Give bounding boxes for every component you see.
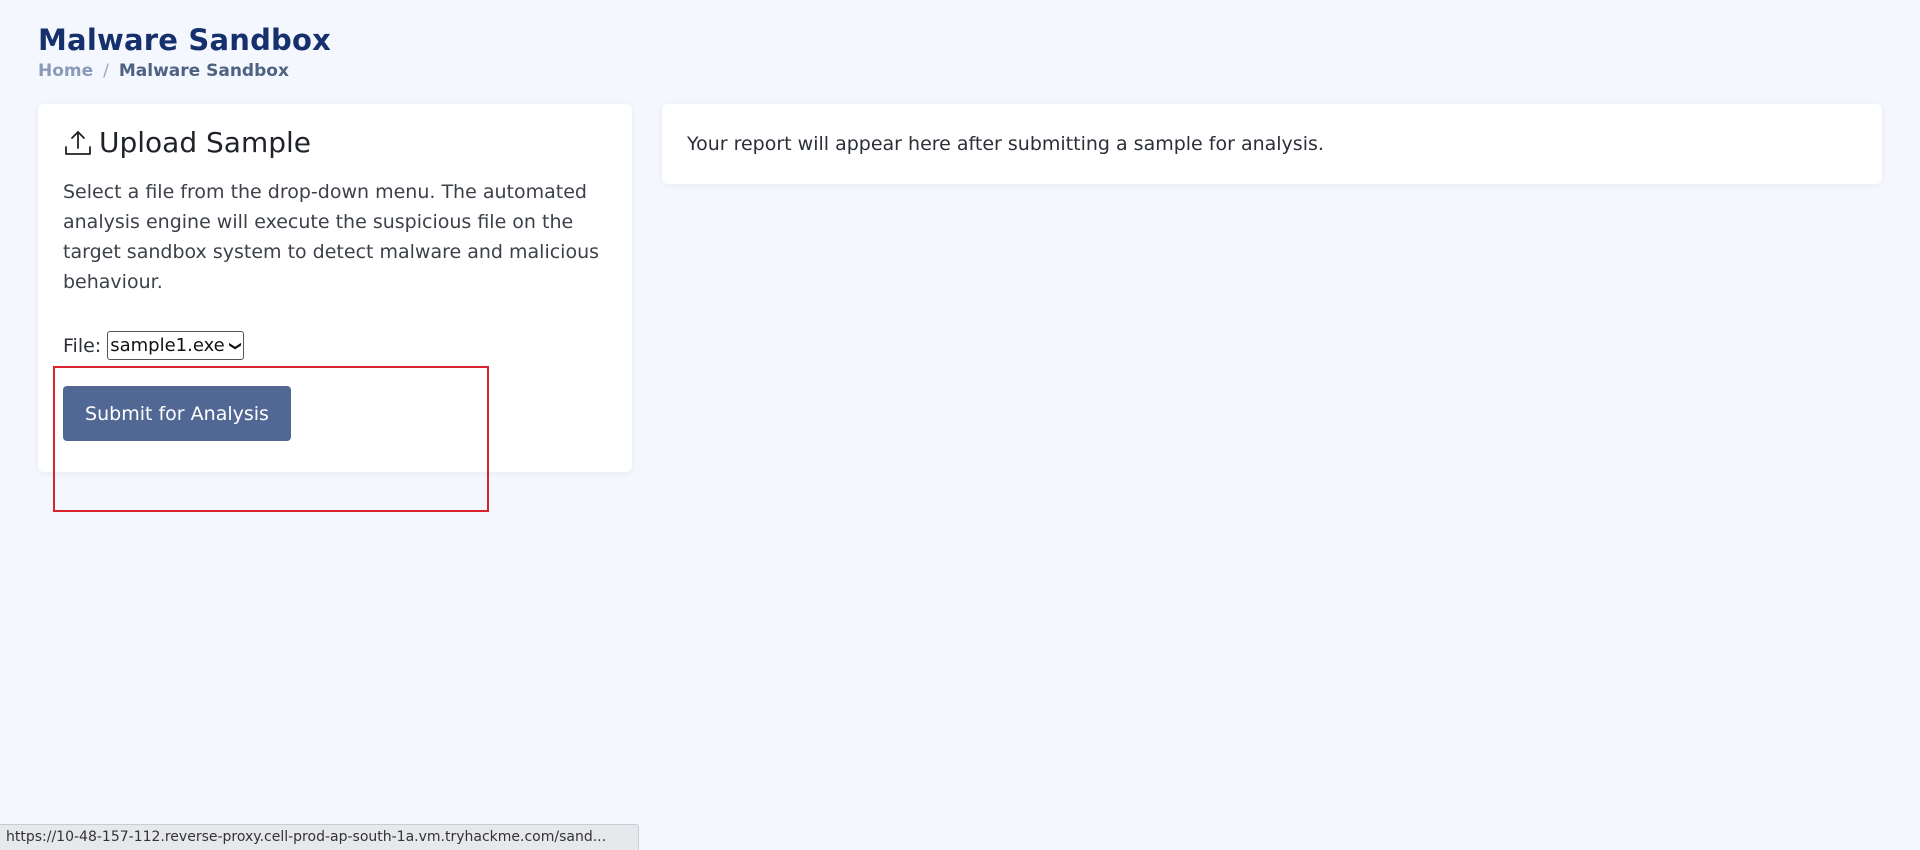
- file-row: File: sample1.exe ❯: [63, 331, 607, 360]
- upload-card-heading: Upload Sample: [63, 126, 607, 159]
- breadcrumb: Home / Malware Sandbox: [38, 61, 331, 81]
- chevron-down-icon: ❯: [228, 340, 243, 351]
- breadcrumb-home-link[interactable]: Home: [38, 61, 93, 81]
- upload-card-title: Upload Sample: [99, 126, 311, 159]
- status-bar-url: https://10-48-157-112.reverse-proxy.cell…: [0, 824, 639, 850]
- file-select[interactable]: sample1.exe ❯: [107, 331, 244, 360]
- file-label: File:: [63, 334, 102, 357]
- page-title: Malware Sandbox: [38, 23, 332, 57]
- report-card: Your report will appear here after submi…: [662, 104, 1882, 184]
- upload-description: Select a file from the drop-down menu. T…: [63, 181, 600, 293]
- submit-for-analysis-button[interactable]: Submit for Analysis: [63, 386, 291, 441]
- upload-icon: [63, 128, 93, 158]
- breadcrumb-separator: /: [103, 61, 109, 81]
- upload-sample-card: Upload Sample Select a file from the dro…: [38, 104, 632, 472]
- report-placeholder: Your report will appear here after submi…: [687, 133, 1324, 155]
- page-header: Malware Sandbox Home / Malware Sandbox: [38, 20, 331, 81]
- breadcrumb-current: Malware Sandbox: [118, 61, 289, 81]
- file-select-value: sample1.exe: [110, 335, 225, 356]
